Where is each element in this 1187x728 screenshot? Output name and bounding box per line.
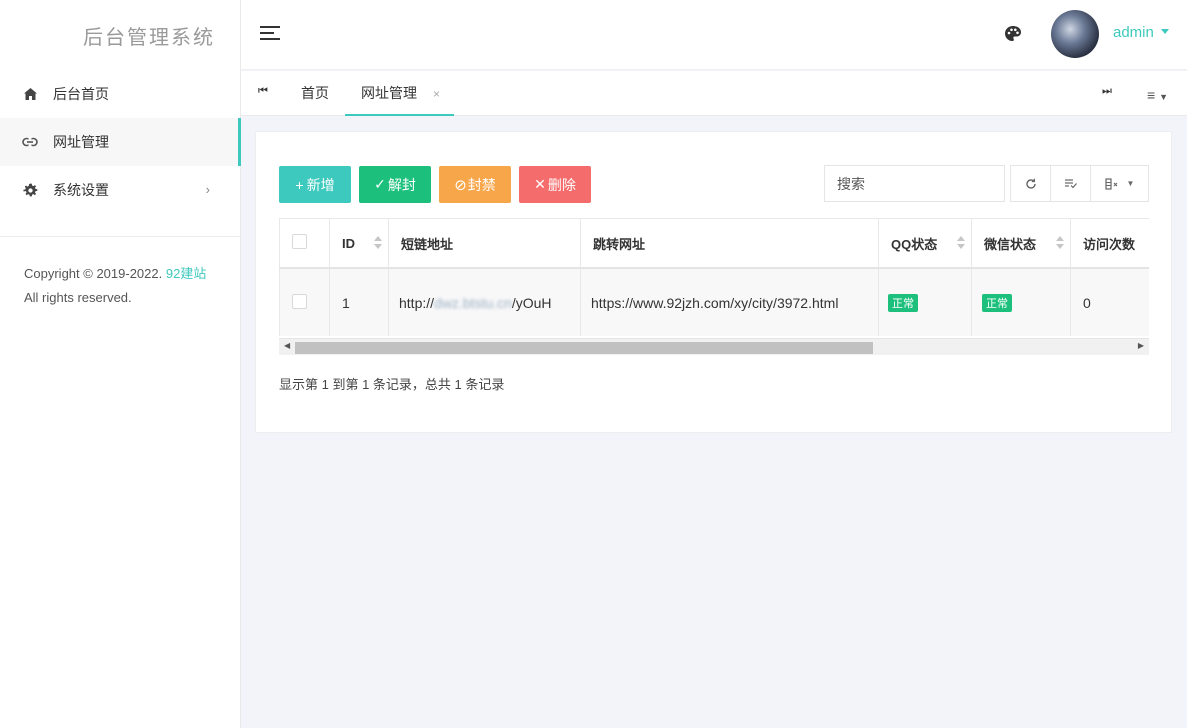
column-header-id[interactable]: ID xyxy=(329,219,389,269)
copyright-prefix: Copyright © 2019-2022. xyxy=(24,266,163,281)
ban-button-label: 封禁 xyxy=(467,176,496,193)
copyright-suffix: All rights reserved. xyxy=(24,290,132,305)
tab-menu-icon[interactable]: ≡ ▼ xyxy=(1147,87,1168,103)
tab-label: 首页 xyxy=(301,85,329,101)
select-all-checkbox[interactable] xyxy=(292,234,307,249)
table-row[interactable]: 1 http://dwz.btstu.cn/yOuH https://www.9… xyxy=(279,268,1149,336)
horizontal-scrollbar[interactable]: ◀ ▶ xyxy=(279,338,1149,355)
cell-visits: 0 xyxy=(1070,268,1149,336)
copyright-link[interactable]: 92建站 xyxy=(166,266,206,281)
delete-button[interactable]: ✕ 删除 xyxy=(519,166,591,203)
username: admin xyxy=(1113,24,1154,41)
data-table-wrapper: ID 短链地址 跳转网址 QQ状态 微信状态 访问次数 1 http://dwz… xyxy=(279,218,1149,356)
row-checkbox[interactable] xyxy=(292,293,307,309)
sidebar-item-label: 系统设置 xyxy=(53,182,109,198)
scrollbar-thumb[interactable] xyxy=(295,342,873,354)
cell-target-url: https://www.92jzh.com/xy/city/3972.html xyxy=(580,268,879,336)
sidebar-item-system-settings[interactable]: 系统设置 › xyxy=(0,166,240,214)
column-header-target-url: 跳转网址 xyxy=(580,219,879,269)
sidebar-item-home[interactable]: 后台首页 xyxy=(0,70,240,118)
status-badge: 正常 xyxy=(888,293,918,312)
column-header-wechat-status[interactable]: 微信状态 xyxy=(971,219,1071,269)
tab-label: 网址管理 xyxy=(361,85,417,101)
status-badge: 正常 xyxy=(982,293,1012,312)
chevron-right-icon: › xyxy=(205,182,210,197)
columns-icon[interactable]: ▼ xyxy=(1091,166,1148,201)
cell-id: 1 xyxy=(329,268,389,336)
scroll-first-icon[interactable]: ⏮ xyxy=(258,85,268,98)
refresh-icon[interactable] xyxy=(1011,166,1051,201)
add-button-label: 新增 xyxy=(306,176,335,193)
pagination-summary: 显示第 1 到第 1 条记录，总共 1 条记录 xyxy=(279,377,505,392)
table-header-row: ID 短链地址 跳转网址 QQ状态 微信状态 访问次数 xyxy=(279,219,1149,269)
avatar[interactable] xyxy=(1051,10,1099,58)
cell-wechat-status: 正常 xyxy=(971,268,1071,336)
column-header-visits: 访问次数 xyxy=(1070,219,1149,269)
select-all-cell xyxy=(279,219,330,269)
check-icon: ✓ xyxy=(374,176,386,192)
scroll-last-icon[interactable]: ⏭ xyxy=(1102,85,1112,98)
ban-button[interactable]: ⊘ 封禁 xyxy=(439,166,511,203)
unban-button[interactable]: ✓ 解封 xyxy=(359,166,431,203)
tab-home[interactable]: 首页 xyxy=(301,71,329,116)
sidebar-item-url-management[interactable]: 网址管理 xyxy=(0,118,241,166)
row-select-cell xyxy=(279,268,330,336)
scroll-right-icon[interactable]: ▶ xyxy=(1138,341,1144,350)
ban-icon: ⊘ xyxy=(454,176,467,194)
top-header: admin xyxy=(241,0,1187,70)
copyright: Copyright © 2019-2022. 92建站 All rights r… xyxy=(24,262,224,310)
menu-toggle-icon[interactable] xyxy=(260,26,280,42)
cell-short-url: http://dwz.btstu.cn/yOuH xyxy=(388,268,581,336)
palette-icon[interactable] xyxy=(1003,24,1023,44)
sidebar-item-label: 后台首页 xyxy=(53,86,109,102)
sidebar-divider xyxy=(0,236,240,237)
main-card: +新增 ✓解封 ⊘封禁 ✕删除 ▼ ID 短链地址 跳转网址 xyxy=(255,131,1172,433)
scroll-left-icon[interactable]: ◀ xyxy=(284,341,290,350)
caret-down-icon xyxy=(1160,29,1169,34)
column-header-qq-status[interactable]: QQ状态 xyxy=(878,219,972,269)
tab-bar: ⏮ 首页 网址管理 × ⏭ ≡ ▼ xyxy=(241,71,1187,116)
brand-title: 后台管理系统 xyxy=(83,26,215,49)
close-icon[interactable]: × xyxy=(433,87,440,101)
caret-down-icon: ▼ xyxy=(1126,179,1135,188)
toggle-view-icon[interactable] xyxy=(1051,166,1091,201)
delete-button-label: 删除 xyxy=(547,176,576,193)
user-menu[interactable]: admin xyxy=(1113,24,1169,41)
table-tools: ▼ xyxy=(1010,165,1149,202)
cell-qq-status: 正常 xyxy=(878,268,972,336)
link-icon xyxy=(22,134,38,150)
gear-icon xyxy=(22,182,38,198)
unban-button-label: 解封 xyxy=(387,176,416,193)
sort-icon xyxy=(957,236,965,251)
search-input[interactable] xyxy=(824,165,1005,202)
add-button[interactable]: + 新增 xyxy=(279,166,351,203)
data-table: ID 短链地址 跳转网址 QQ状态 微信状态 访问次数 1 http://dwz… xyxy=(279,219,1149,336)
times-icon: ✕ xyxy=(534,176,546,192)
column-header-short-url: 短链地址 xyxy=(388,219,581,269)
sort-icon xyxy=(374,236,382,251)
blurred-domain: dwz.btstu.cn xyxy=(434,294,512,311)
plus-icon: + xyxy=(295,176,304,193)
tab-url-management[interactable]: 网址管理 × xyxy=(345,71,455,116)
sidebar: 后台管理系统 后台首页 网址管理 系统设置 › Copyright © 2019… xyxy=(0,0,241,728)
home-icon xyxy=(22,86,38,102)
sidebar-item-label: 网址管理 xyxy=(53,134,109,150)
sort-icon xyxy=(1056,236,1064,251)
